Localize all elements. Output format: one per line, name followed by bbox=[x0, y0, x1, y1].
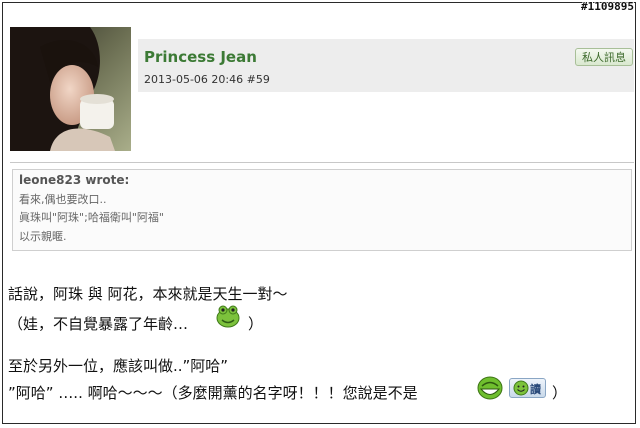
post-body-text: （娃，不自覺暴露了年齡… bbox=[8, 315, 189, 333]
green-grin-emoticon-icon bbox=[476, 375, 504, 405]
post-body-text: ） bbox=[248, 315, 264, 333]
post-datetime: 2013-05-06 20:46 bbox=[144, 73, 244, 86]
green-frog-emoticon-icon bbox=[214, 303, 242, 333]
read-badge[interactable]: 讀 bbox=[509, 378, 546, 398]
quote-line: 以示親暱. bbox=[19, 230, 67, 243]
post-meta: 2013-05-06 20:46 #59 bbox=[144, 73, 270, 86]
post-body-text: ） bbox=[552, 384, 568, 402]
post-body-line: （娃，不自覺暴露了年齡… bbox=[8, 313, 188, 334]
post-body-line: 話說，阿珠 與 阿花，本來就是天生一對～ bbox=[8, 285, 288, 303]
post-number[interactable]: #59 bbox=[247, 73, 270, 86]
private-message-button[interactable]: 私人訊息 bbox=[575, 48, 633, 66]
smiley-read-badge-icon bbox=[513, 380, 529, 396]
avatar[interactable] bbox=[10, 27, 131, 151]
quote-line: 眞珠叫"阿珠";哈福衛叫"阿福" bbox=[19, 211, 164, 224]
quote-author: leone823 wrote: bbox=[19, 173, 130, 187]
post-body-line: 至於另外一位，應該叫做..”阿哈” bbox=[8, 357, 229, 375]
author-name[interactable]: Princess Jean bbox=[144, 48, 257, 66]
post-body-line: ”阿哈” ….. 啊哈～～～（多麼開薰的名字呀！！！您說是不是 bbox=[8, 384, 418, 402]
quote-line: 看來,偶也要改口.. bbox=[19, 193, 107, 206]
read-badge-label: 讀 bbox=[530, 383, 541, 396]
watermark: #1109895 bbox=[581, 0, 634, 13]
divider bbox=[10, 162, 634, 163]
